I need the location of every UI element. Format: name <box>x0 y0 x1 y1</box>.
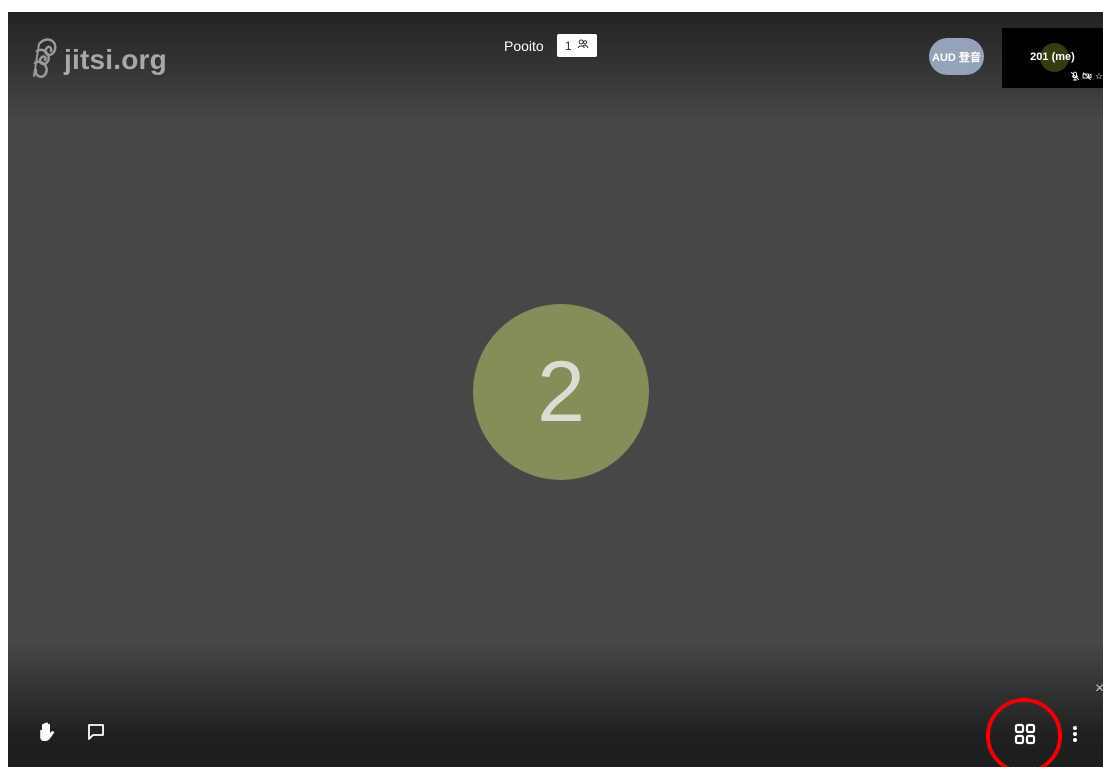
raise-hand-button[interactable] <box>34 720 62 748</box>
remote-participant-thumbnail[interactable]: AUD 登音 <box>929 38 984 75</box>
participants-icon <box>577 38 589 53</box>
screenshot-canvas: jitsi.org Pooito 1 AUD 登音 201 (me) ☆ 2 × <box>0 0 1103 767</box>
jitsi-watermark[interactable]: jitsi.org <box>30 38 167 82</box>
watermark-text: jitsi.org <box>64 44 167 75</box>
meeting-name: Pooito <box>504 37 544 54</box>
tile-view-highlight-ring <box>986 698 1062 767</box>
raise-hand-icon <box>37 721 59 748</box>
participant-count-badge[interactable]: 1 <box>556 34 597 57</box>
avatar-initial: 2 <box>537 344 585 440</box>
bottom-shadow <box>8 642 1103 767</box>
more-actions-button[interactable] <box>1063 722 1087 750</box>
close-icon[interactable]: × <box>1095 680 1103 698</box>
more-actions-icon <box>1071 723 1079 750</box>
conference-subject: Pooito 1 <box>504 34 597 57</box>
chat-button[interactable] <box>82 720 110 748</box>
star-icon: ☆ <box>1094 71 1103 81</box>
local-participant-name: 201 (me) <box>1030 51 1075 63</box>
participant-count-value: 1 <box>564 38 572 53</box>
chat-icon <box>86 722 106 747</box>
local-status-icons: ☆ <box>1070 71 1103 81</box>
microphone-muted-icon <box>1070 71 1080 81</box>
remote-participant-label: AUD 登音 <box>932 51 981 64</box>
dominant-speaker-avatar: 2 <box>473 304 649 480</box>
local-participant-thumbnail[interactable]: 201 (me) ☆ <box>1002 28 1103 88</box>
jitsi-logo-icon <box>30 35 60 85</box>
camera-muted-icon <box>1082 71 1092 81</box>
